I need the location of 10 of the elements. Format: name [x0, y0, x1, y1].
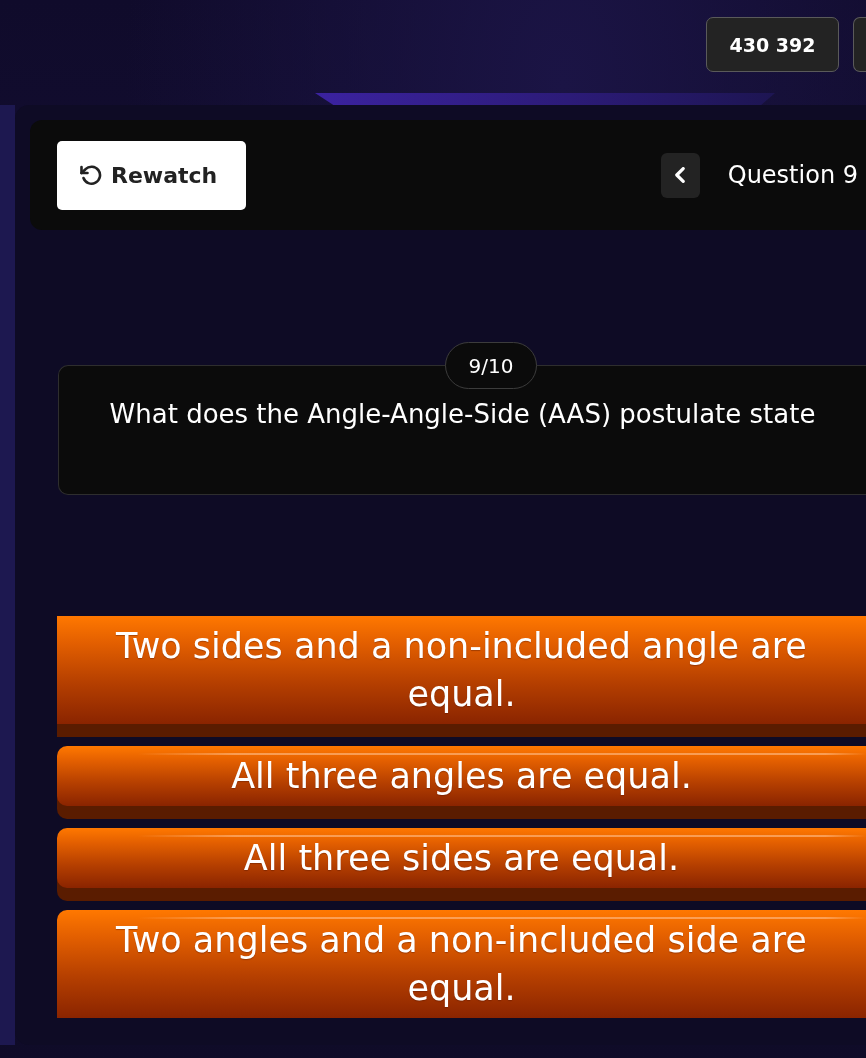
question-title: Question 9	[727, 161, 858, 189]
question-text: What does the Angle-Angle-Side (AAS) postulate state	[109, 399, 816, 429]
answer-button[interactable]: Two angles and a non-included side are equal.	[57, 910, 866, 1018]
header-box	[853, 17, 866, 72]
rewatch-button[interactable]: Rewatch	[57, 140, 246, 210]
rotate-left-icon	[79, 164, 102, 186]
question-counter: 9/10	[445, 342, 537, 389]
score-counter: 430 392	[706, 17, 839, 72]
chevron-left-icon	[675, 167, 686, 183]
back-button[interactable]	[660, 152, 700, 198]
